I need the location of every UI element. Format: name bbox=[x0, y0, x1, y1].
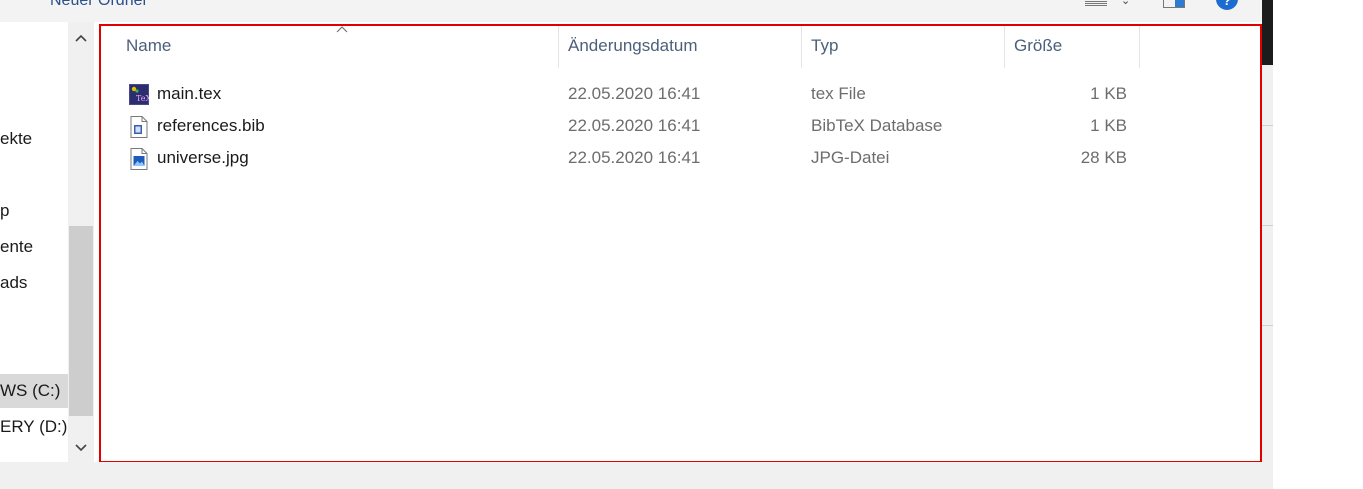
nav-item[interactable]: p bbox=[0, 201, 9, 221]
file-name: universe.jpg bbox=[157, 148, 249, 167]
new-folder-button[interactable]: Neuer Ordner bbox=[50, 0, 148, 10]
nav-item[interactable]: ekte bbox=[0, 129, 32, 149]
nav-item-drive-d[interactable]: ERY (D:) bbox=[0, 417, 67, 437]
toolbar: Neuer Ordner ⌄ ? bbox=[0, 0, 1262, 22]
svg-text:TeX: TeX bbox=[136, 94, 149, 103]
column-divider[interactable] bbox=[1139, 26, 1140, 68]
jpg-file-icon bbox=[130, 148, 148, 170]
column-header-type[interactable]: Typ bbox=[811, 36, 838, 56]
tex-file-icon: TeX bbox=[129, 84, 149, 105]
status-bar bbox=[0, 462, 1262, 489]
bib-file-icon bbox=[130, 116, 148, 138]
column-header-date[interactable]: Änderungsdatum bbox=[568, 36, 697, 56]
file-list-pane: Name Änderungsdatum Typ Größe TeX main.t… bbox=[99, 24, 1262, 463]
column-header-size[interactable]: Größe bbox=[1014, 36, 1062, 56]
nav-scrollbar[interactable] bbox=[68, 22, 94, 462]
navigation-pane: ekte p ente ads WS (C:) ERY (D:) bbox=[0, 22, 68, 462]
file-type: BibTeX Database bbox=[811, 116, 943, 135]
file-name: main.tex bbox=[157, 84, 222, 103]
nav-item[interactable]: ads bbox=[0, 273, 27, 293]
file-size: 1 KB bbox=[1090, 84, 1127, 103]
file-type: tex File bbox=[811, 84, 866, 103]
scroll-up-arrow-icon[interactable] bbox=[68, 30, 94, 60]
column-divider[interactable] bbox=[801, 26, 802, 68]
file-row[interactable]: TeX main.tex 22.05.2020 16:41 tex File 1… bbox=[101, 79, 1260, 109]
file-date: 22.05.2020 16:41 bbox=[568, 84, 701, 103]
side-panel-edge bbox=[1262, 65, 1273, 489]
column-header: Name Änderungsdatum Typ Größe bbox=[101, 26, 1260, 68]
column-divider[interactable] bbox=[1004, 26, 1005, 68]
file-size: 1 KB bbox=[1090, 116, 1127, 135]
file-row[interactable]: universe.jpg 22.05.2020 16:41 JPG-Datei … bbox=[101, 143, 1260, 173]
file-size: 28 KB bbox=[1080, 148, 1127, 167]
help-icon[interactable]: ? bbox=[1216, 0, 1238, 10]
nav-item-drive-c[interactable]: WS (C:) bbox=[0, 381, 60, 401]
scrollbar-thumb[interactable] bbox=[69, 226, 93, 416]
view-options-icon[interactable] bbox=[1085, 0, 1107, 8]
nav-item[interactable]: ente bbox=[0, 237, 33, 257]
window-edge bbox=[1262, 0, 1273, 65]
column-divider[interactable] bbox=[558, 26, 559, 68]
file-name: references.bib bbox=[157, 116, 265, 135]
chevron-down-icon[interactable]: ⌄ bbox=[1121, 0, 1131, 7]
column-header-name[interactable]: Name bbox=[126, 36, 171, 56]
file-date: 22.05.2020 16:41 bbox=[568, 116, 701, 135]
file-type: JPG-Datei bbox=[811, 148, 890, 167]
file-row[interactable]: references.bib 22.05.2020 16:41 BibTeX D… bbox=[101, 111, 1260, 141]
preview-pane-icon[interactable] bbox=[1163, 0, 1185, 8]
file-date: 22.05.2020 16:41 bbox=[568, 148, 701, 167]
